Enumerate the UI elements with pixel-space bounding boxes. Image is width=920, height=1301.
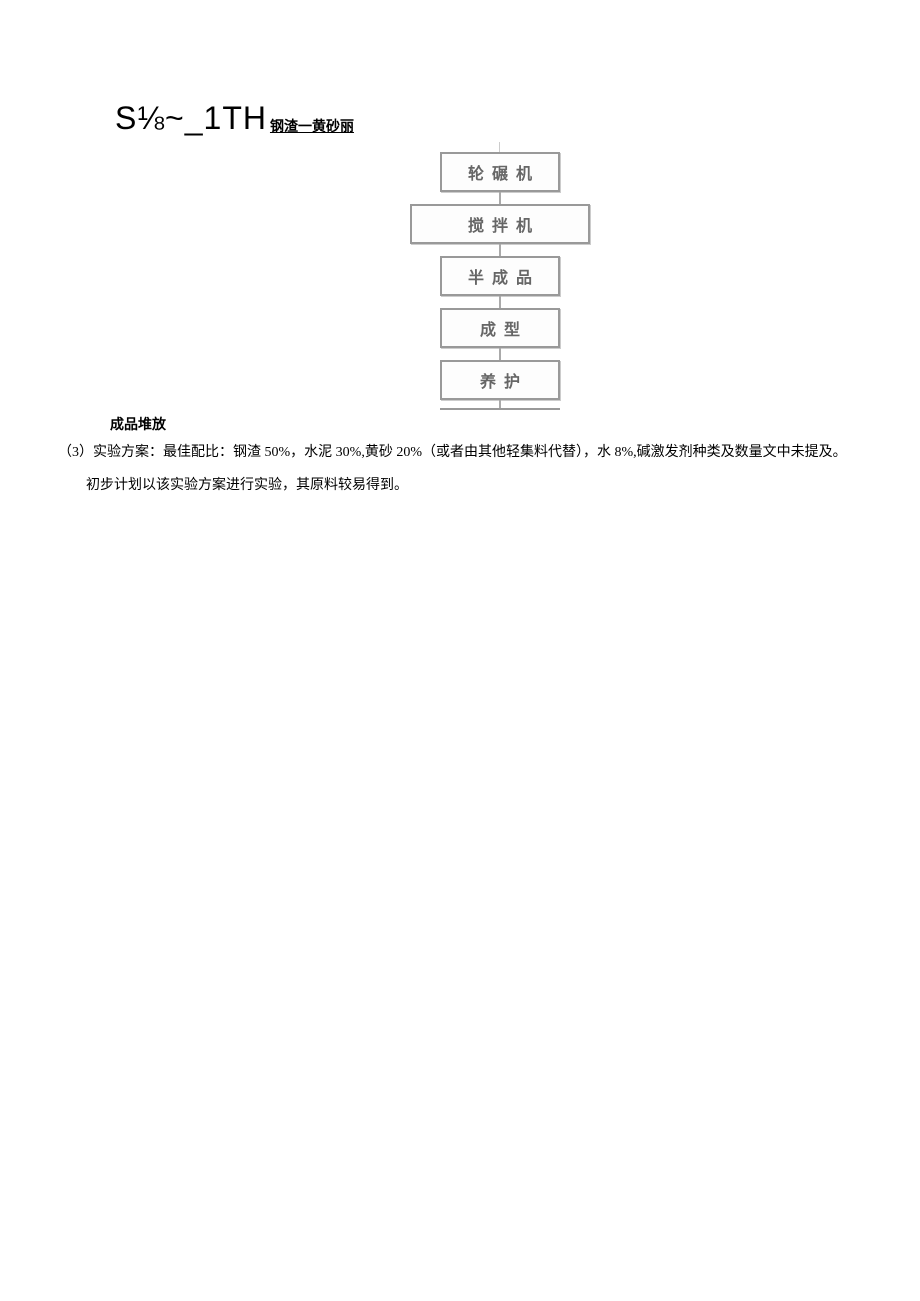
flow-connector <box>499 400 501 408</box>
flow-connector <box>499 244 501 256</box>
flowchart: 轮碾机 搅拌机 半成品 成型 养护 <box>410 142 890 410</box>
flow-box-4: 成型 <box>440 308 560 348</box>
flow-connector <box>499 296 501 308</box>
header-line: S⅛~_1TH 钢渣一黄砂丽 <box>115 100 890 137</box>
paragraph-1: （3）实验方案：最佳配比：钢渣 50%，水泥 30%,黄砂 20%（或者由其他轻… <box>30 440 890 467</box>
subscript-text: 钢渣一黄砂丽 <box>270 116 354 136</box>
product-label: 成品堆放 <box>110 414 890 434</box>
flow-box-2: 搅拌机 <box>410 204 590 244</box>
document-page: S⅛~_1TH 钢渣一黄砂丽 轮碾机 搅拌机 半成品 成型 养护 成品堆放 （3… <box>0 0 920 529</box>
paragraph-2: 初步计划以该实验方案进行实验，其原料较易得到。 <box>30 473 890 500</box>
flow-connector <box>499 192 501 204</box>
flow-box-3: 半成品 <box>440 256 560 296</box>
formula-text: S⅛~_1TH <box>115 100 267 137</box>
flow-box-1: 轮碾机 <box>440 152 560 192</box>
flow-connector <box>499 348 501 360</box>
flow-end-line <box>440 408 560 410</box>
flow-box-5: 养护 <box>440 360 560 400</box>
flow-connector <box>499 142 500 152</box>
